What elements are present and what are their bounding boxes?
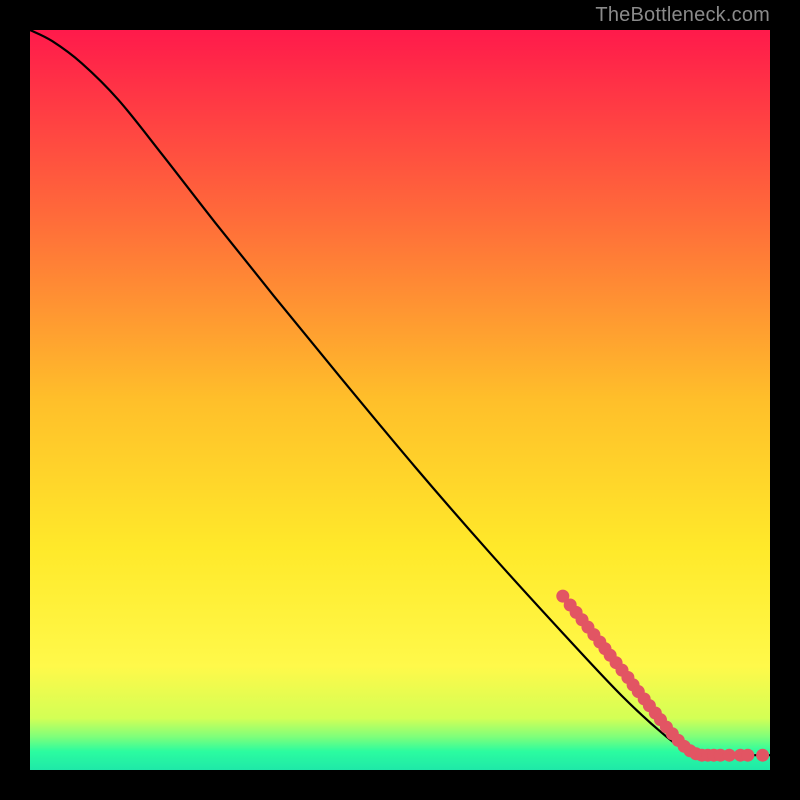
highlight-dot [741,749,754,762]
chart-frame: TheBottleneck.com [0,0,800,800]
plot-area [30,30,770,770]
highlight-dot [723,749,736,762]
gradient-background [30,30,770,770]
highlight-dot [756,749,769,762]
chart-svg [30,30,770,770]
watermark-text: TheBottleneck.com [595,4,770,27]
